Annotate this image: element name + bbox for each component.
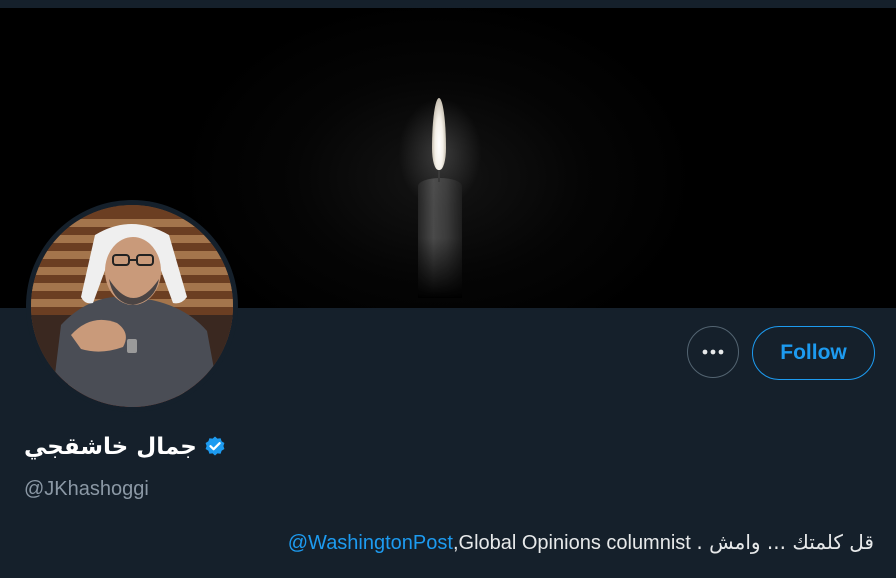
bio-mention-link[interactable]: @WashingtonPost — [288, 532, 453, 554]
more-icon — [702, 349, 724, 355]
bio-english-text: ,Global Opinions columnist — [452, 532, 691, 554]
avatar-illustration — [31, 205, 233, 407]
candle-wick — [438, 168, 440, 182]
candle-image — [418, 178, 462, 298]
follow-button[interactable]: Follow — [752, 326, 875, 380]
bio-arabic-text: قل كلمتك ... وامش . — [696, 530, 874, 554]
more-options-button[interactable] — [687, 326, 739, 378]
profile-bio: @WashingtonPost,Global Opinions columnis… — [288, 530, 874, 555]
verified-badge-icon[interactable] — [203, 435, 227, 459]
top-bar — [0, 0, 896, 8]
profile-avatar[interactable] — [26, 200, 238, 412]
name-row: جمال خاشقجي — [24, 434, 227, 460]
avatar-photo — [31, 205, 233, 407]
display-name: جمال خاشقجي — [24, 434, 197, 460]
profile-handle: @JKhashoggi — [24, 478, 149, 500]
